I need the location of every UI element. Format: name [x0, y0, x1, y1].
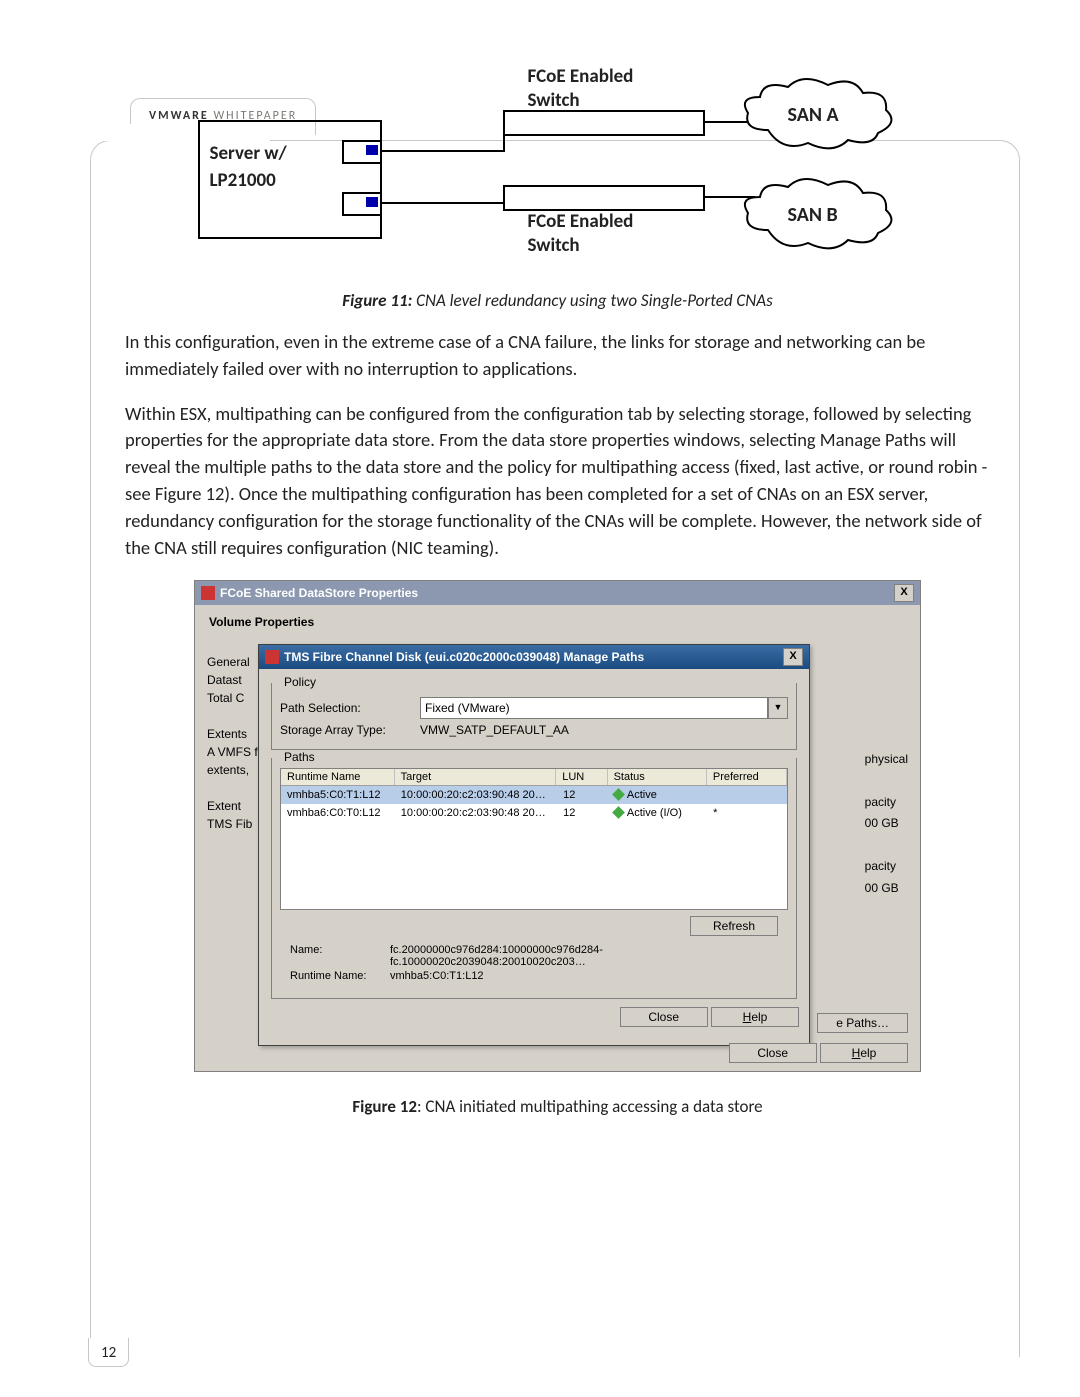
- runtime-name-value: vmhba5:C0:T1:L12: [390, 970, 778, 982]
- inner-close-button[interactable]: Close: [620, 1007, 708, 1027]
- col-runtime-name[interactable]: Runtime Name: [281, 769, 395, 785]
- paragraph-2: Within ESX, multipathing can be configur…: [125, 401, 990, 562]
- switch-1: [503, 110, 705, 136]
- table-row[interactable]: vmhba5:C0:T1:L12 10:00:00:20:c2:03:90:48…: [281, 786, 787, 804]
- inner-help-button[interactable]: Help: [711, 1007, 799, 1027]
- figure-11-text: CNA level redundancy using two Single-Po…: [412, 290, 772, 311]
- outer-help-button[interactable]: Help: [820, 1043, 908, 1063]
- outer-dialog-titlebar: FCoE Shared DataStore Properties X: [195, 581, 920, 605]
- runtime-name-label: Runtime Name:: [290, 970, 390, 982]
- san-b-label: SAN B: [788, 203, 838, 227]
- figure-12-caption: Figure 12: CNA initiated multipathing ac…: [125, 1096, 990, 1117]
- policy-groupbox: Policy Path Selection: Fixed (VMware) ▼ …: [271, 683, 797, 750]
- paths-legend: Paths: [280, 750, 319, 764]
- col-lun[interactable]: LUN: [556, 769, 607, 785]
- figure-12-screenshot: FCoE Shared DataStore Properties X Volum…: [194, 580, 921, 1072]
- dropdown-arrow-icon[interactable]: ▼: [768, 697, 788, 719]
- paths-table-header: Runtime Name Target LUN Status Preferred: [281, 769, 787, 786]
- san-a-label: SAN A: [788, 103, 839, 127]
- figure-11-caption: Figure 11: CNA level redundancy using tw…: [125, 290, 990, 311]
- status-active-icon: [612, 788, 625, 801]
- switch-1-label: FCoE Enabled Switch: [528, 65, 728, 113]
- outer-right-fragments: physical pacity00 GB pacity00 GB: [865, 749, 908, 900]
- inner-dialog-title: TMS Fibre Channel Disk (eui.c020c2000c03…: [284, 650, 644, 664]
- manage-paths-button[interactable]: e Paths…: [817, 1013, 908, 1033]
- inner-dialog-titlebar: TMS Fibre Channel Disk (eui.c020c2000c03…: [259, 645, 809, 669]
- figure-11-number: Figure 11:: [342, 290, 412, 311]
- refresh-button[interactable]: Refresh: [690, 916, 778, 936]
- path-selection-dropdown[interactable]: Fixed (VMware): [420, 697, 768, 719]
- link-2: [380, 202, 503, 204]
- policy-legend: Policy: [280, 675, 320, 689]
- outer-dialog-close-button[interactable]: X: [894, 584, 914, 602]
- page-number: 12: [88, 1338, 129, 1367]
- storage-array-type-label: Storage Array Type:: [280, 723, 420, 737]
- name-value: fc.20000000c976d284:10000000c976d284-fc.…: [390, 944, 778, 968]
- cna-port-2: [342, 192, 382, 216]
- figure-11-diagram: Server w/ LP21000 FCoE Enabled Switch FC…: [198, 95, 918, 285]
- outer-left-fragments: GeneralDatastTotal C ExtentsA VMFS fexte…: [207, 653, 258, 833]
- paths-table[interactable]: Runtime Name Target LUN Status Preferred…: [280, 768, 788, 910]
- col-status[interactable]: Status: [608, 769, 707, 785]
- inner-dialog-icon: [265, 650, 279, 664]
- outer-dialog-icon: [201, 586, 215, 600]
- inner-dialog-close-button[interactable]: X: [783, 648, 803, 666]
- outer-close-button[interactable]: Close: [729, 1043, 817, 1063]
- page: VMWARE WHITEPAPER Server w/ LP21000 FCoE…: [0, 0, 1080, 1397]
- san-a-cloud: SAN A: [738, 75, 898, 155]
- figure-12-number: Figure 12: [352, 1096, 417, 1117]
- name-label: Name:: [290, 944, 390, 968]
- switch-2-label: FCoE Enabled Switch: [528, 210, 728, 258]
- col-target[interactable]: Target: [395, 769, 557, 785]
- paragraph-1: In this configuration, even in the extre…: [125, 329, 990, 383]
- switch-2: [503, 185, 705, 211]
- path-selection-value: Fixed (VMware): [425, 701, 510, 715]
- cna-port-1: [342, 140, 382, 164]
- volume-properties-heading: Volume Properties: [209, 615, 920, 629]
- figure-12-text: : CNA initiated multipathing accessing a…: [417, 1096, 763, 1117]
- status-active-icon: [612, 806, 625, 819]
- san-b-cloud: SAN B: [738, 175, 898, 255]
- col-preferred[interactable]: Preferred: [707, 769, 787, 785]
- manage-paths-dialog: TMS Fibre Channel Disk (eui.c020c2000c03…: [258, 644, 810, 1046]
- storage-array-type-value: VMW_SATP_DEFAULT_AA: [420, 723, 569, 737]
- table-row[interactable]: vmhba6:C0:T0:L12 10:00:00:20:c2:03:90:48…: [281, 804, 787, 822]
- link-1: [380, 150, 503, 152]
- path-selection-label: Path Selection:: [280, 701, 420, 715]
- server-label: Server w/ LP21000: [210, 141, 287, 194]
- paths-groupbox: Paths Runtime Name Target LUN Status Pre…: [271, 758, 797, 999]
- outer-dialog-title: FCoE Shared DataStore Properties: [220, 586, 418, 600]
